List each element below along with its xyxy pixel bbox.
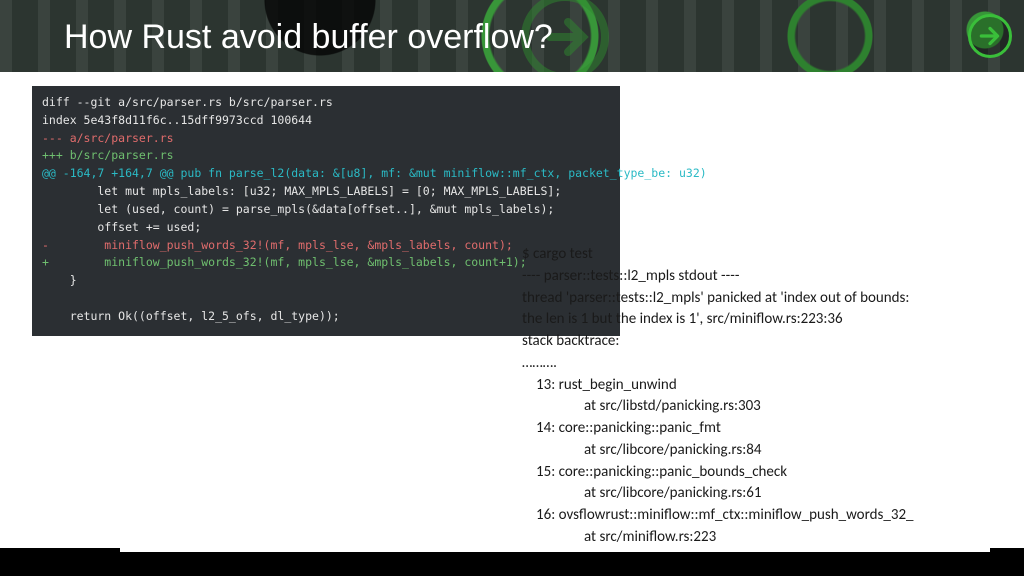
term-line: stack backtrace: (522, 331, 1000, 353)
term-frame: 16: ovsflowrust::miniflow::mf_ctx::minif… (522, 505, 1000, 527)
term-line: $ cargo test (522, 244, 1000, 266)
term-frame-loc: at src/libstd/panicking.rs:303 (522, 396, 1000, 418)
term-frame: 15: core::panicking::panic_bounds_check (522, 462, 1000, 484)
term-line: ………. (522, 353, 1000, 375)
term-line: ---- parser::tests::l2_mpls stdout ---- (522, 266, 1000, 288)
term-frame-loc: at src/miniflow.rs:223 (522, 527, 1000, 549)
term-frame: 13: rust_begin_unwind (522, 375, 1000, 397)
slide-header: How Rust avoid buffer overflow? (0, 0, 1024, 72)
slide-title: How Rust avoid buffer overflow? (0, 0, 1024, 57)
term-line: thread 'parser::tests::l2_mpls' panicked… (522, 288, 1000, 310)
term-frame: 14: core::panicking::panic_fmt (522, 418, 1000, 440)
diff-line: index 5e43f8d11f6c..15dff9973ccd 100644 (42, 113, 312, 127)
diff-line: } (42, 273, 77, 287)
diff-added-line: + miniflow_push_words_32!(mf, mpls_lse, … (42, 255, 527, 269)
diff-line: offset += used; (42, 220, 201, 234)
slide-footer-bar (0, 552, 1024, 576)
term-frame-loc: at src/libcore/panicking.rs:61 (522, 483, 1000, 505)
terminal-output: $ cargo test ---- parser::tests::l2_mpls… (522, 244, 1000, 576)
term-line: the len is 1 but the index is 1', src/mi… (522, 309, 1000, 331)
diff-line: let (used, count) = parse_mpls(&data[off… (42, 202, 554, 216)
diff-removed-line: - miniflow_push_words_32!(mf, mpls_lse, … (42, 238, 513, 252)
slide-body: diff --git a/src/parser.rs b/src/parser.… (0, 72, 1024, 576)
diff-line: diff --git a/src/parser.rs b/src/parser.… (42, 95, 333, 109)
diff-line: return Ok((offset, l2_5_ofs, dl_type)); (42, 309, 340, 323)
term-frame-loc: at src/libcore/panicking.rs:84 (522, 440, 1000, 462)
diff-line: +++ b/src/parser.rs (42, 148, 174, 162)
diff-hunk-header: @@ -164,7 +164,7 @@ pub fn parse_l2(data… (42, 166, 707, 180)
diff-line: --- a/src/parser.rs (42, 131, 174, 145)
diff-line: let mut mpls_labels: [u32; MAX_MPLS_LABE… (42, 184, 561, 198)
